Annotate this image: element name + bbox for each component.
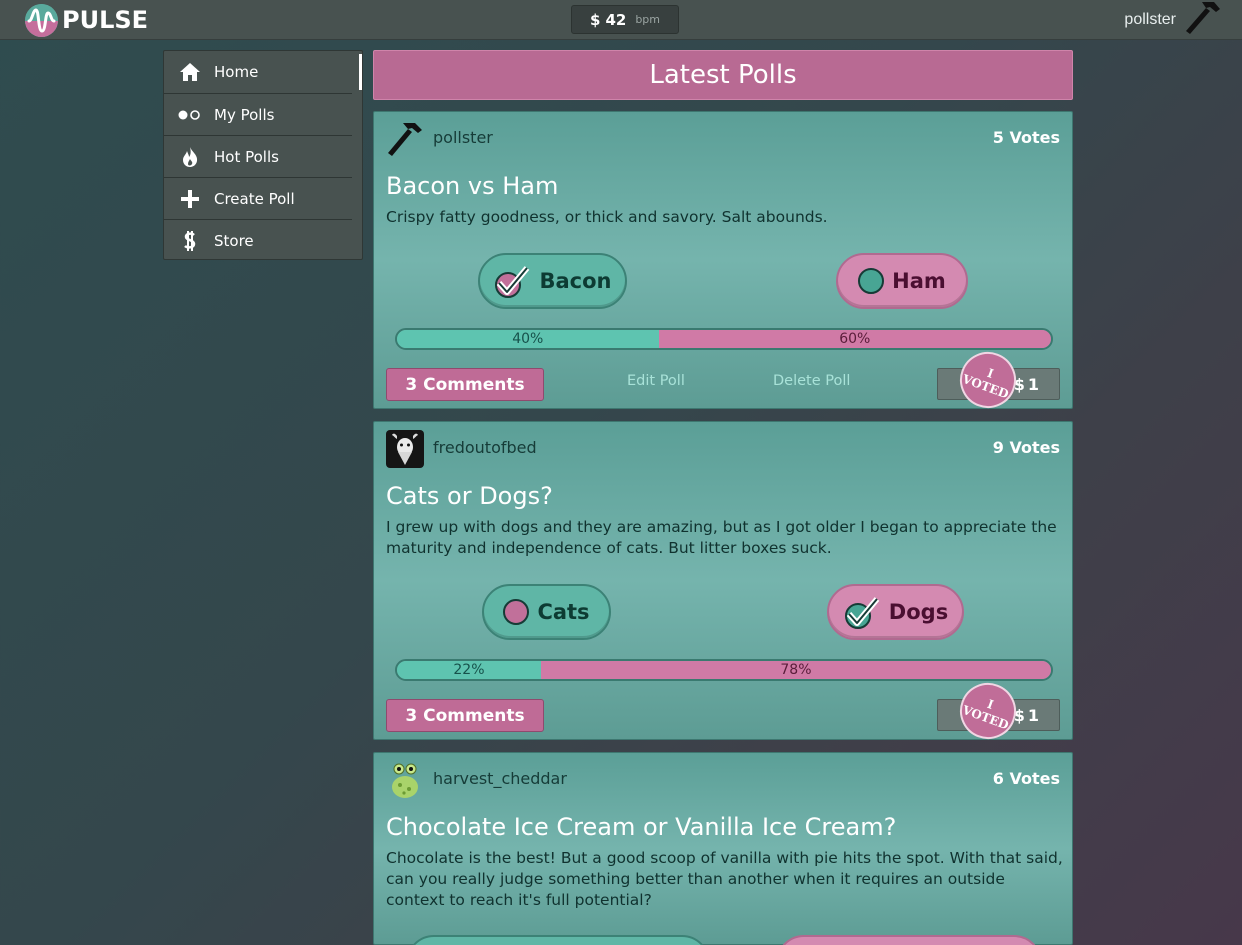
logo-text: PULSE	[62, 6, 149, 34]
sidebar: Home My Polls Hot Polls Create Poll Stor…	[163, 50, 363, 260]
result-b: 60%	[658, 330, 1051, 348]
poll-card: pollster 5 Votes Bacon vs Ham Crispy fat…	[373, 111, 1073, 416]
sidebar-item-create-poll[interactable]: Create Poll	[164, 177, 352, 219]
radio-icon	[858, 268, 885, 294]
i-voted-stamp: I VOTED	[952, 344, 1024, 416]
result-a: 22%	[397, 661, 541, 679]
option-b-button[interactable]: Dogs	[827, 584, 964, 640]
results-bar: 40% 60%	[395, 328, 1053, 350]
checkmark-icon	[493, 262, 531, 300]
vote-count: 9 Votes	[992, 438, 1060, 457]
hammer-icon	[1184, 0, 1222, 40]
sidebar-item-label: Create Poll	[214, 189, 295, 208]
top-bar: PULSE $ 42 bpm pollster	[0, 0, 1242, 40]
flame-icon	[178, 145, 202, 169]
poll-author[interactable]: harvest_cheddar	[433, 769, 567, 788]
poll-description: I grew up with dogs and they are amazing…	[386, 518, 1057, 557]
plus-icon	[178, 187, 202, 211]
results-bar: 22% 78%	[395, 659, 1053, 681]
option-b-label: Ham	[892, 269, 946, 293]
checkmark-icon	[843, 593, 881, 631]
alien-avatar	[386, 761, 424, 799]
sidebar-item-label: My Polls	[214, 105, 275, 124]
poll-title[interactable]: Chocolate Ice Cream or Vanilla Ice Cream…	[386, 813, 896, 841]
option-b-label: Dogs	[888, 600, 949, 624]
poll-card: fredoutofbed 9 Votes Cats or Dogs? I gre…	[373, 421, 1073, 747]
sidebar-item-hot-polls[interactable]: Hot Polls	[164, 135, 352, 177]
tip-count: 1	[1027, 374, 1039, 394]
bpm-unit: bpm	[635, 13, 660, 26]
comments-button[interactable]: 3 Comments	[386, 368, 544, 401]
poll-card: harvest_cheddar 6 Votes Chocolate Ice Cr…	[373, 752, 1073, 945]
vote-count: 5 Votes	[992, 128, 1060, 147]
result-a: 40%	[397, 330, 659, 348]
poll-title[interactable]: Bacon vs Ham	[386, 172, 558, 200]
page-title: Latest Polls	[373, 50, 1073, 100]
option-a-button[interactable]: Bacon	[478, 253, 627, 309]
poll-title[interactable]: Cats or Dogs?	[386, 482, 553, 510]
sidebar-item-label: Hot Polls	[214, 147, 279, 166]
logo[interactable]: PULSE	[25, 3, 148, 37]
sidebar-item-home[interactable]: Home	[164, 51, 362, 93]
poll-description: Chocolate is the best! But a good scoop …	[386, 849, 1063, 909]
pulse-logo-icon	[25, 3, 58, 37]
coin-icon: $	[590, 10, 601, 29]
poll-author[interactable]: pollster	[433, 128, 493, 147]
hammer-icon	[386, 120, 424, 158]
i-voted-stamp: I VOTED	[952, 675, 1024, 747]
option-a-label: Bacon	[539, 269, 612, 293]
header-username: pollster	[1124, 11, 1176, 28]
option-b-button[interactable]	[776, 935, 1042, 945]
option-a-label: Cats	[537, 600, 590, 624]
bpm-balance[interactable]: $ 42 bpm	[571, 5, 679, 34]
tip-count: 1	[1027, 705, 1039, 725]
toggle-dots-icon	[178, 103, 202, 127]
delete-poll-link[interactable]: Delete Poll	[773, 373, 850, 389]
result-b: 78%	[540, 661, 1051, 679]
radio-icon	[503, 599, 530, 625]
user-menu[interactable]: pollster	[1124, 2, 1222, 38]
sidebar-item-label: Store	[214, 231, 254, 250]
home-icon	[178, 60, 202, 84]
comments-button[interactable]: 3 Comments	[386, 699, 544, 732]
sidebar-item-my-polls[interactable]: My Polls	[164, 93, 352, 135]
bpm-value: 42	[605, 10, 627, 29]
sidebar-item-label: Home	[214, 63, 259, 81]
edit-poll-link[interactable]: Edit Poll	[627, 373, 685, 389]
option-b-button[interactable]: Ham	[836, 253, 968, 309]
poll-author[interactable]: fredoutofbed	[433, 438, 537, 457]
goat-avatar	[386, 430, 424, 468]
coin-icon	[178, 229, 202, 253]
vote-count: 6 Votes	[992, 769, 1060, 788]
sidebar-item-store[interactable]: Store	[164, 219, 352, 261]
option-a-button[interactable]	[406, 935, 710, 945]
poll-description: Crispy fatty goodness, or thick and savo…	[386, 208, 828, 226]
option-a-button[interactable]: Cats	[482, 584, 611, 640]
